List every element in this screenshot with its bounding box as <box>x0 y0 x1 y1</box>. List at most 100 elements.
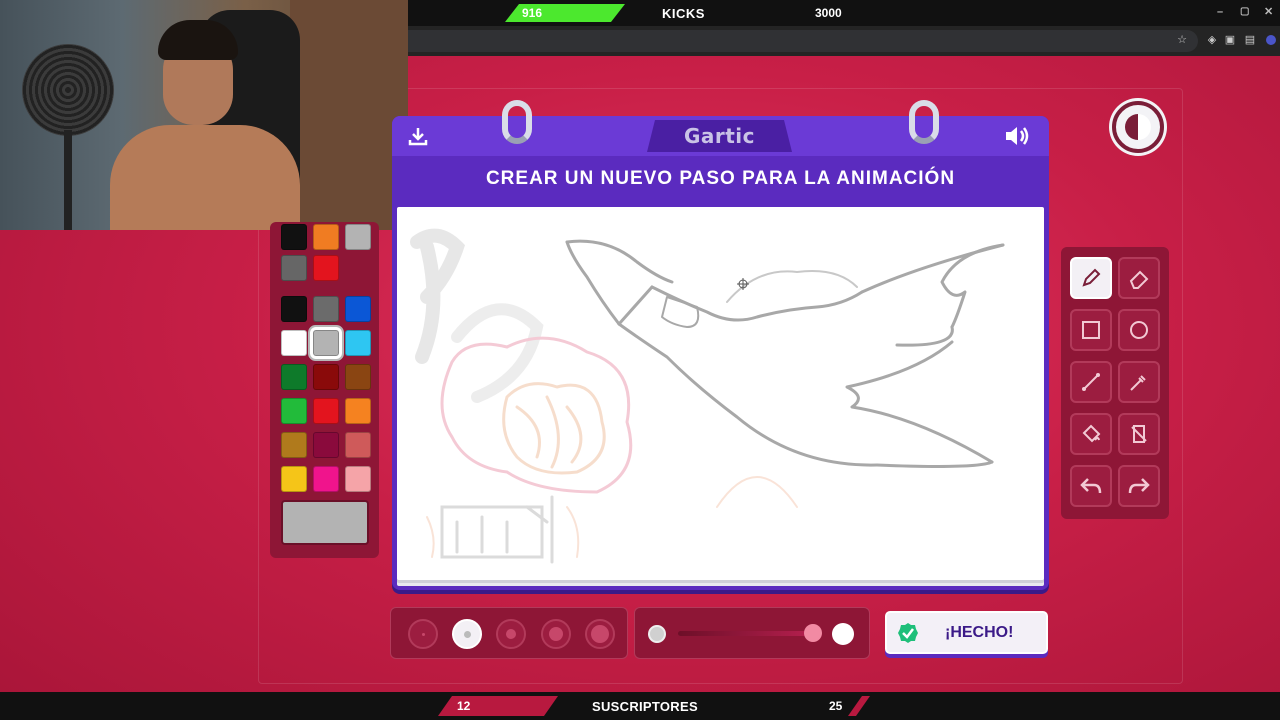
circle-tool[interactable] <box>1118 309 1160 351</box>
done-button-label: ¡HECHO! <box>945 623 1014 641</box>
sidebar-icon[interactable]: ▤ <box>1244 34 1256 46</box>
opacity-slider-handle[interactable] <box>804 624 822 642</box>
download-icon[interactable] <box>408 126 428 146</box>
canvas-drawing <box>410 228 1005 564</box>
opacity-high-icon <box>832 623 854 645</box>
color-swatch[interactable] <box>281 255 307 281</box>
subs-goal-value: 25 <box>829 699 843 713</box>
current-color-preview <box>281 500 369 545</box>
size-dot <box>506 629 516 639</box>
color-swatch[interactable] <box>313 364 339 390</box>
pencil-icon <box>1082 268 1101 287</box>
subs-label: SUSCRIPTORES <box>592 699 698 714</box>
eyedropper-tool[interactable] <box>1118 361 1160 403</box>
tool-panel <box>1061 247 1169 519</box>
color-swatch[interactable] <box>313 398 339 424</box>
redo-tool[interactable] <box>1118 465 1160 507</box>
color-swatch[interactable] <box>313 466 339 492</box>
previous-frame-ghost <box>410 228 798 564</box>
step-title: CREAR UN NUEVO PASO PARA LA ANIMACIÓN <box>485 168 956 189</box>
subs-current-value: 12 <box>457 699 471 713</box>
size-dot <box>591 625 609 643</box>
brush-size-5[interactable] <box>585 619 615 649</box>
brush-size-1[interactable] <box>408 619 438 649</box>
color-swatch[interactable] <box>281 296 307 322</box>
color-swatch[interactable] <box>281 398 307 424</box>
minimize-icon[interactable]: – <box>1217 6 1223 18</box>
sound-icon[interactable] <box>1004 125 1032 147</box>
address-bar[interactable] <box>408 30 1198 52</box>
size-dot <box>421 632 425 636</box>
done-button[interactable]: ¡HECHO! <box>885 611 1048 654</box>
undo-tool[interactable] <box>1070 465 1112 507</box>
fill-tool[interactable] <box>1070 413 1112 455</box>
circle-icon <box>1130 321 1148 339</box>
extension-icon[interactable]: ◈ <box>1206 34 1218 46</box>
color-swatch[interactable] <box>281 466 307 492</box>
color-swatch[interactable] <box>345 296 371 322</box>
webcam-streamer-body <box>110 125 300 230</box>
kicks-label: KICKS <box>662 6 705 21</box>
rectangle-tool[interactable] <box>1070 309 1112 351</box>
brush-size-4[interactable] <box>541 619 571 649</box>
size-dot <box>463 630 471 638</box>
kicks-current-value: 916 <box>522 6 543 20</box>
eraser-icon <box>1129 270 1149 289</box>
subs-progress-fill <box>438 696 558 716</box>
webcam-feed <box>0 0 408 230</box>
line-tool[interactable] <box>1070 361 1112 403</box>
clear-tool[interactable] <box>1118 413 1160 455</box>
browser-toolbar: ☆ ◈ ▣ ▤ <box>408 26 1280 56</box>
pencil-tool[interactable] <box>1070 257 1112 299</box>
checkmark-badge-icon <box>898 622 918 643</box>
color-swatch[interactable] <box>345 466 371 492</box>
redo-icon <box>1128 478 1150 494</box>
clear-icon <box>1131 425 1147 443</box>
bird-sketch <box>565 239 1005 468</box>
binder-ring-right <box>909 100 939 144</box>
fill-icon <box>1082 424 1101 443</box>
color-swatch[interactable] <box>345 224 371 250</box>
puzzle-icon[interactable]: ▣ <box>1224 34 1236 46</box>
webcam-fan <box>22 44 114 136</box>
color-swatch[interactable] <box>313 255 339 281</box>
color-palette <box>270 222 379 558</box>
brush-size-selector <box>390 607 628 659</box>
subscribers-goal-bar: 12 SUSCRIPTORES 25 <box>0 692 1280 720</box>
bookmark-star-icon[interactable]: ☆ <box>1176 34 1188 46</box>
profile-avatar[interactable] <box>1266 35 1276 45</box>
webcam-background-door <box>290 0 408 230</box>
opacity-slider-panel <box>634 607 870 659</box>
color-swatch[interactable] <box>281 432 307 458</box>
color-swatch[interactable] <box>313 296 339 322</box>
color-swatch[interactable] <box>345 432 371 458</box>
color-swatch[interactable] <box>345 364 371 390</box>
drawing-canvas[interactable] <box>397 207 1044 580</box>
opacity-low-icon <box>648 625 666 643</box>
brush-size-2[interactable] <box>452 619 482 649</box>
webcam-fan-stand <box>64 130 72 230</box>
eraser-tool[interactable] <box>1118 257 1160 299</box>
color-swatch[interactable] <box>345 330 371 356</box>
opacity-slider-track[interactable] <box>678 631 818 636</box>
close-icon[interactable]: ✕ <box>1264 5 1273 18</box>
kicks-goal-value: 3000 <box>815 6 842 20</box>
gartic-logo: Gartic <box>683 124 756 148</box>
undo-icon <box>1080 478 1102 494</box>
color-swatch[interactable] <box>345 398 371 424</box>
color-swatch[interactable] <box>310 327 342 359</box>
brush-cursor <box>737 278 749 290</box>
theme-toggle-button[interactable] <box>1112 101 1164 153</box>
rectangle-icon <box>1082 321 1100 339</box>
maximize-icon[interactable]: ▢ <box>1240 6 1249 17</box>
brush-size-3[interactable] <box>496 619 526 649</box>
color-swatch[interactable] <box>313 432 339 458</box>
color-swatch[interactable] <box>313 224 339 250</box>
line-icon <box>1082 373 1100 391</box>
color-swatch[interactable] <box>281 330 307 356</box>
binder-ring-left <box>502 100 532 144</box>
color-swatch[interactable] <box>281 364 307 390</box>
size-dot <box>549 627 563 641</box>
color-swatch[interactable] <box>281 224 307 250</box>
subs-end-cap <box>848 696 870 716</box>
